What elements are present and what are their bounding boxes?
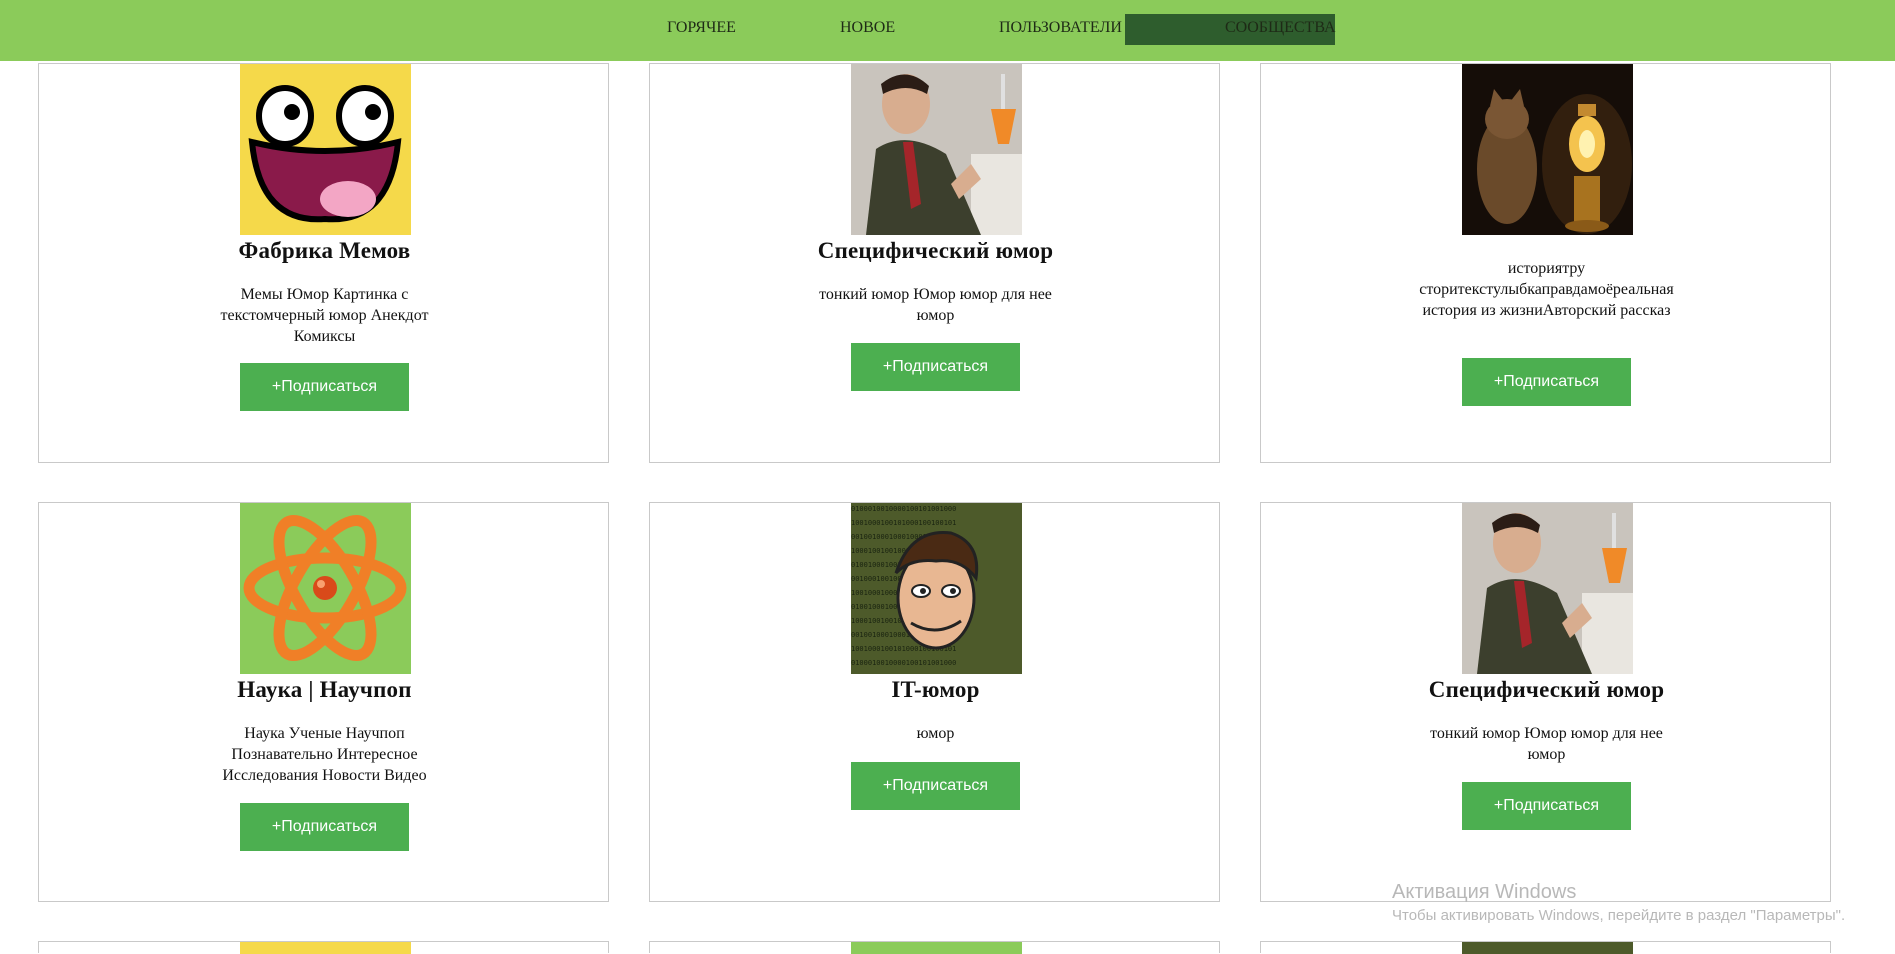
man-with-cocktail-photo[interactable] (851, 64, 1022, 235)
avatar[interactable] (851, 942, 1022, 954)
community-description: тонкий юмор Юмор юмор для нее юмор (819, 286, 1052, 324)
cat-with-lamp-photo[interactable] (1462, 64, 1633, 235)
windows-activation-watermark: Активация Windows (1392, 881, 1577, 903)
community-description: Мемы Юмор Картинка с текстомчерный юмор … (220, 286, 429, 345)
community-card: Фабрика Мемов Мемы Юмор Картинка с текст… (38, 63, 609, 463)
nav-item-new[interactable]: НОВОЕ (840, 0, 895, 61)
community-card: Специфический юмор тонкий юмор Юмор юмор… (649, 63, 1220, 463)
top-navigation-bar: ГОРЯЧЕЕ НОВОЕ ПОЛЬЗОВАТЕЛИ СООБЩЕСТВА (0, 0, 1895, 61)
nav-item-users[interactable]: ПОЛЬЗОВАТЕЛИ (999, 0, 1122, 61)
svg-text:0100010010000100101001000: 0100010010000100101001000 (851, 505, 956, 513)
community-title[interactable]: Фабрика Мемов (39, 238, 610, 264)
community-card: Специфический юмор тонкий юмор Юмор юмор… (1260, 502, 1831, 902)
subscribe-button[interactable]: +Подписаться (1462, 358, 1631, 406)
subscribe-button[interactable]: +Подписаться (1462, 782, 1631, 830)
subscribe-button[interactable]: +Подписаться (240, 803, 409, 851)
awesome-face-icon[interactable] (240, 64, 411, 235)
community-title[interactable]: IT-юмор (650, 677, 1221, 703)
community-card (1260, 941, 1831, 954)
community-title[interactable]: Наука | Научпоп (39, 677, 610, 703)
subscribe-button[interactable]: +Подписаться (851, 762, 1020, 810)
community-title[interactable]: Специфический юмор (650, 238, 1221, 264)
community-card (38, 941, 609, 954)
avatar[interactable] (240, 942, 411, 954)
community-description: юмор (916, 725, 955, 742)
community-card: историятру сторитекстулыбкаправдамоёреал… (1260, 63, 1831, 463)
atom-icon[interactable] (240, 503, 411, 674)
community-description: тонкий юмор Юмор юмор для нее юмор (1430, 725, 1663, 763)
subscribe-button[interactable]: +Подписаться (240, 363, 409, 411)
subscribe-button[interactable]: +Подписаться (851, 343, 1020, 391)
it-face-binary-icon[interactable]: 0100010010000100101001000 10010001001010… (851, 503, 1022, 674)
community-card (649, 941, 1220, 954)
svg-text:1001000100101000100100101: 1001000100101000100100101 (851, 519, 956, 527)
svg-text:0100010010000100101001000: 0100010010000100101001000 (851, 659, 956, 667)
windows-activation-hint: Чтобы активировать Windows, перейдите в … (1392, 907, 1846, 924)
community-description: историятру сторитекстулыбкаправдамоёреал… (1419, 260, 1674, 319)
community-card: Наука | Научпоп Наука Ученые Научпоп Поз… (38, 502, 609, 902)
nav-item-communities[interactable]: СООБЩЕСТВА (1225, 0, 1336, 61)
community-card: 0100010010000100101001000 10010001001010… (649, 502, 1220, 902)
avatar[interactable] (1462, 942, 1633, 954)
nav-item-hot[interactable]: ГОРЯЧЕЕ (667, 0, 736, 61)
community-description: Наука Ученые Научпоп Познавательно Интер… (222, 725, 427, 784)
community-title[interactable]: Специфический юмор (1261, 677, 1832, 703)
man-with-cocktail-photo[interactable] (1462, 503, 1633, 674)
